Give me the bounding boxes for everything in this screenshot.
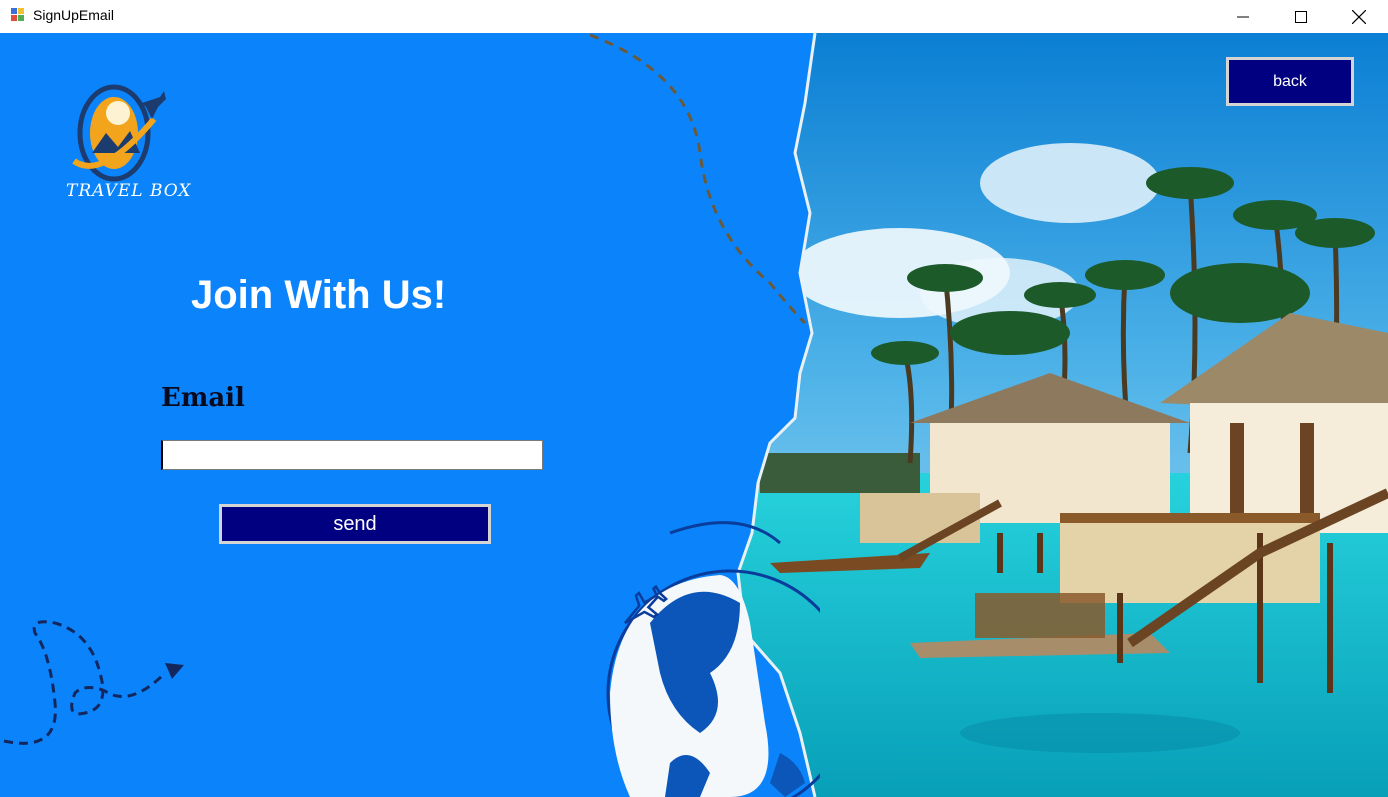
close-icon [1352,9,1366,24]
email-input[interactable] [161,440,543,470]
minimize-button[interactable] [1214,0,1272,33]
send-button[interactable]: send [219,504,491,544]
page-heading: Join With Us! [191,273,447,317]
maximize-button[interactable] [1272,0,1330,33]
minimize-icon [1237,16,1249,17]
close-button[interactable] [1330,0,1388,33]
globe-decoration [606,521,820,797]
signup-window-body: TRAVEL BOX Join With Us! Email send back [0,33,1388,797]
email-label: Email [161,383,245,413]
dashed-loop-arrow-decoration [3,620,184,745]
logo-text: TRAVEL BOX [66,181,192,201]
app-icon [11,8,24,21]
maximize-icon [1295,10,1307,23]
dashed-flight-path-decoration [589,33,807,325]
window-titlebar: SignUpEmail [0,0,1388,33]
window-title: SignUpEmail [33,7,114,23]
back-button[interactable]: back [1226,57,1354,106]
